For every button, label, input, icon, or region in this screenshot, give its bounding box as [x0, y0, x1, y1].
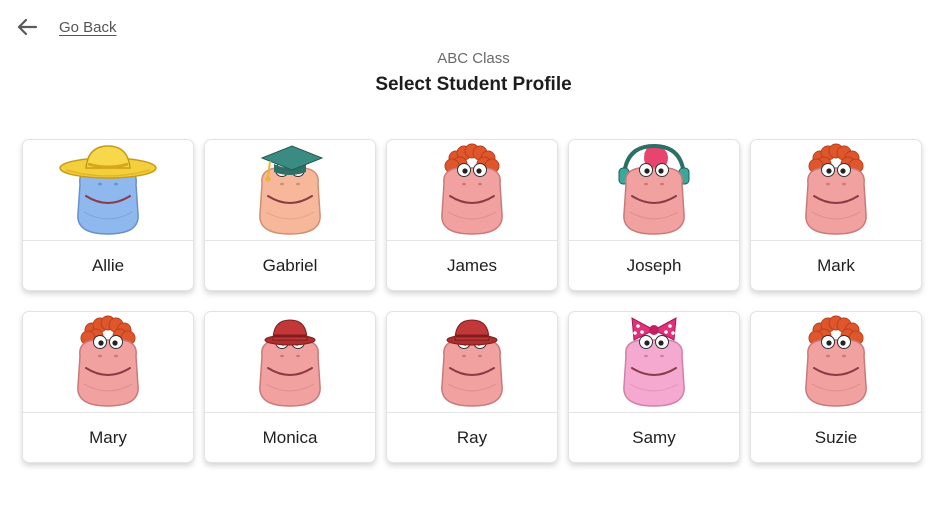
student-name: Samy — [632, 428, 676, 447]
hippo-face — [441, 163, 503, 235]
student-card-mary[interactable]: Mary — [22, 311, 194, 463]
hippo-face — [259, 335, 321, 407]
polka-dot-bow-icon — [631, 317, 677, 341]
avatar — [387, 312, 557, 413]
student-name: Suzie — [814, 428, 858, 447]
student-card-suzie[interactable]: Suzie — [750, 311, 922, 463]
bowler-hat-icon — [264, 319, 316, 346]
go-back-label: Go Back — [59, 18, 117, 36]
hippo-face — [805, 163, 867, 235]
student-card-ray[interactable]: Ray — [386, 311, 558, 463]
student-name: Ray — [456, 428, 488, 447]
student-card-joseph[interactable]: Joseph — [568, 139, 740, 291]
student-name: Allie — [91, 256, 125, 275]
student-name: Mark — [817, 256, 855, 275]
student-card-mark[interactable]: Mark — [750, 139, 922, 291]
avatar — [387, 140, 557, 241]
student-card-james[interactable]: James — [386, 139, 558, 291]
hippo-face — [805, 335, 867, 407]
avatar — [569, 312, 739, 413]
avatar — [23, 312, 193, 413]
student-card-allie[interactable]: Allie — [22, 139, 194, 291]
student-name: Joseph — [626, 256, 682, 275]
student-name: James — [446, 256, 498, 275]
avatar — [751, 140, 921, 241]
hippo-face — [441, 335, 503, 407]
sombrero-icon — [59, 145, 157, 179]
hippo-face — [623, 163, 685, 235]
avatar — [205, 312, 375, 413]
class-name: ABC Class — [437, 50, 510, 67]
student-profile-grid: Allie Gabriel James Joseph Mark Mary Mon… — [22, 139, 923, 463]
student-card-gabriel[interactable]: Gabriel — [204, 139, 376, 291]
arrow-left-icon — [17, 18, 38, 36]
go-back-link[interactable]: Go Back — [16, 16, 117, 38]
student-name: Monica — [262, 428, 318, 447]
student-name: Mary — [89, 428, 127, 447]
student-card-monica[interactable]: Monica — [204, 311, 376, 463]
avatar — [569, 140, 739, 241]
hippo-face — [77, 335, 139, 407]
student-card-samy[interactable]: Samy — [568, 311, 740, 463]
avatar — [751, 312, 921, 413]
hippo-face — [623, 335, 685, 407]
avatar — [23, 140, 193, 241]
avatar — [205, 140, 375, 241]
bowler-hat-icon — [446, 319, 498, 346]
page-title: Select Student Profile — [375, 74, 572, 95]
student-name: Gabriel — [262, 256, 318, 275]
